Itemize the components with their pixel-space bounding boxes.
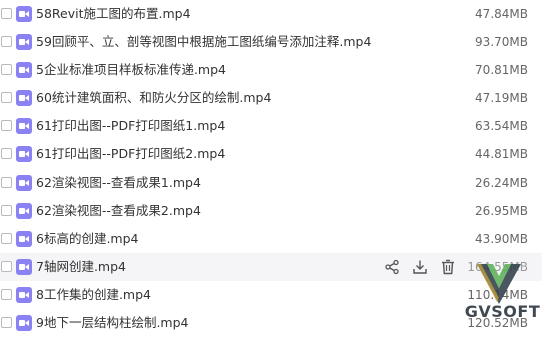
file-name[interactable]: 58Revit施工图的布置.mp4: [36, 0, 191, 28]
file-list: 58Revit施工图的布置.mp4 47.84MB 59回顾平、立、剖等视图中根…: [0, 0, 542, 338]
video-file-icon: [16, 286, 32, 303]
download-icon[interactable]: [412, 259, 428, 275]
row-checkbox[interactable]: [1, 232, 12, 244]
file-name[interactable]: 61打印出图--PDF打印图纸2.mp4: [36, 140, 225, 168]
video-file-icon: [16, 202, 32, 219]
row-checkbox[interactable]: [1, 120, 12, 132]
file-name[interactable]: 62渲染视图--查看成果1.mp4: [36, 169, 201, 197]
file-size: 26.24MB: [475, 175, 528, 190]
file-name[interactable]: 5企业标准项目样板标准传递.mp4: [36, 56, 226, 84]
video-file-icon: [16, 6, 32, 22]
file-row[interactable]: 62渲染视图--查看成果1.mp4 26.24MB: [0, 169, 542, 197]
video-file-icon: [16, 230, 32, 247]
video-file-icon: [16, 258, 32, 275]
row-checkbox[interactable]: [1, 92, 12, 104]
file-size: 63.54MB: [475, 119, 528, 134]
video-file-icon: [16, 118, 32, 135]
file-size: 43.90MB: [475, 231, 528, 246]
row-checkbox[interactable]: [1, 260, 12, 272]
file-name[interactable]: 8工作集的创建.mp4: [36, 281, 151, 309]
file-size: 70.81MB: [475, 63, 528, 78]
file-name[interactable]: 62渲染视图--查看成果2.mp4: [36, 197, 201, 225]
row-checkbox[interactable]: [1, 148, 12, 160]
file-size: 47.84MB: [475, 7, 528, 21]
video-file-icon: [16, 174, 32, 191]
file-size: 44.81MB: [475, 147, 528, 162]
file-row[interactable]: 5企业标准项目样板标准传递.mp4 70.81MB: [0, 56, 542, 84]
row-checkbox[interactable]: [1, 288, 12, 300]
file-row[interactable]: 62渲染视图--查看成果2.mp4 26.95MB: [0, 197, 542, 225]
row-checkbox[interactable]: [1, 317, 12, 329]
file-name[interactable]: 9地下一层结构柱绘制.mp4: [36, 309, 189, 337]
file-name[interactable]: 60统计建筑面积、和防火分区的绘制.mp4: [36, 84, 271, 112]
row-checkbox[interactable]: [1, 36, 12, 48]
video-file-icon: [16, 90, 32, 107]
row-checkbox[interactable]: [1, 204, 12, 216]
file-row[interactable]: 9地下一层结构柱绘制.mp4 120.52MB: [0, 309, 542, 337]
file-row[interactable]: 61打印出图--PDF打印图纸2.mp4 44.81MB: [0, 140, 542, 168]
gvsoft-watermark: GVSOFT: [463, 258, 542, 338]
file-name[interactable]: 7轴网创建.mp4: [36, 253, 126, 281]
file-name[interactable]: 6标高的创建.mp4: [36, 225, 139, 253]
file-name[interactable]: 59回顾平、立、剖等视图中根据施工图纸编号添加注释.mp4: [36, 28, 371, 56]
row-checkbox[interactable]: [1, 8, 12, 19]
share-icon[interactable]: [384, 259, 400, 275]
watermark-text: GVSOFT: [464, 302, 541, 321]
file-row[interactable]: 61打印出图--PDF打印图纸1.mp4 63.54MB: [0, 112, 542, 140]
file-size: 93.70MB: [475, 35, 528, 50]
gvsoft-logo-icon: [477, 264, 521, 304]
video-file-icon: [16, 34, 32, 51]
file-row[interactable]: 8工作集的创建.mp4 110.14MB: [0, 281, 542, 309]
file-row[interactable]: 60统计建筑面积、和防火分区的绘制.mp4 47.19MB: [0, 84, 542, 112]
video-file-icon: [16, 146, 32, 163]
file-name[interactable]: 61打印出图--PDF打印图纸1.mp4: [36, 112, 225, 140]
file-row[interactable]: 59回顾平、立、剖等视图中根据施工图纸编号添加注释.mp4 93.70MB: [0, 28, 542, 56]
trash-icon[interactable]: [440, 259, 456, 275]
file-size: 47.19MB: [475, 91, 528, 106]
video-file-icon: [16, 315, 32, 332]
video-file-icon: [16, 62, 32, 79]
file-row[interactable]: 58Revit施工图的布置.mp4 47.84MB: [0, 0, 542, 28]
row-checkbox[interactable]: [1, 176, 12, 188]
file-row[interactable]: 6标高的创建.mp4 43.90MB: [0, 225, 542, 253]
file-size: 26.95MB: [475, 203, 528, 218]
file-row-hovered[interactable]: 7轴网创建.mp4 164.55MB: [0, 252, 542, 281]
row-checkbox[interactable]: [1, 64, 12, 76]
